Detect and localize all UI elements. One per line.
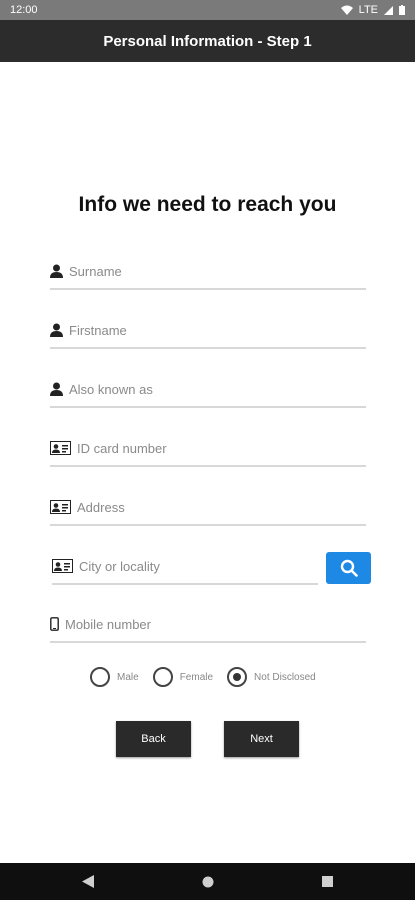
city-field[interactable]: City or locality <box>52 549 318 585</box>
network-label: LTE <box>358 4 378 16</box>
firstname-placeholder: Firstname <box>69 322 127 338</box>
app-bar-title: Personal Information - Step 1 <box>103 32 312 50</box>
person-icon <box>50 264 63 278</box>
status-icons: LTE <box>340 4 405 16</box>
city-search-button[interactable] <box>326 552 371 584</box>
radio-not-disclosed-circle[interactable] <box>227 667 248 687</box>
recents-square-icon <box>322 876 333 887</box>
app-bar: Personal Information - Step 1 <box>0 20 415 62</box>
radio-female-label: Female <box>179 671 214 683</box>
person-icon <box>50 382 63 396</box>
nav-recents-button[interactable] <box>268 876 388 887</box>
back-button[interactable]: Back <box>116 721 191 757</box>
id-card-placeholder: ID card number <box>77 440 167 456</box>
radio-male[interactable]: Male <box>90 667 139 687</box>
page-heading: Info we need to reach you <box>78 193 337 216</box>
radio-selected-dot <box>233 673 242 681</box>
system-nav-bar <box>0 863 415 900</box>
wifi-icon <box>340 5 353 15</box>
status-bar: 12:00 LTE <box>0 0 415 20</box>
status-time: 12:00 <box>10 4 38 16</box>
search-icon <box>340 559 358 577</box>
mobile-placeholder: Mobile number <box>65 616 151 632</box>
mobile-field[interactable]: Mobile number <box>50 607 366 643</box>
id-card-icon <box>52 559 73 573</box>
phone-icon <box>50 617 59 631</box>
nav-home-button[interactable] <box>148 876 268 888</box>
back-triangle-icon <box>81 875 94 888</box>
surname-placeholder: Surname <box>69 263 122 279</box>
next-button-label: Next <box>250 733 273 745</box>
home-circle-icon <box>202 876 213 887</box>
person-icon <box>50 323 63 337</box>
radio-not-disclosed[interactable]: Not Disclosed <box>227 667 316 687</box>
battery-icon <box>399 5 405 15</box>
firstname-field[interactable]: Firstname <box>50 313 366 349</box>
id-card-icon <box>50 500 71 514</box>
gender-radio-group: Male Female Not Disclosed <box>90 666 330 688</box>
alias-field[interactable]: Also known as <box>50 372 366 408</box>
surname-field[interactable]: Surname <box>50 254 366 290</box>
radio-female[interactable]: Female <box>152 667 214 687</box>
radio-male-label: Male <box>117 671 139 683</box>
address-field[interactable]: Address <box>50 490 366 526</box>
id-card-field[interactable]: ID card number <box>50 431 366 467</box>
nav-back-button[interactable] <box>28 875 148 888</box>
next-button[interactable]: Next <box>224 721 299 757</box>
radio-male-circle[interactable] <box>90 667 110 687</box>
radio-female-circle[interactable] <box>152 667 173 687</box>
id-card-icon <box>50 441 71 455</box>
signal-icon <box>384 5 393 15</box>
alias-placeholder: Also known as <box>69 381 153 397</box>
radio-not-disclosed-label: Not Disclosed <box>254 671 316 683</box>
city-placeholder: City or locality <box>79 558 160 574</box>
back-button-label: Back <box>141 733 166 745</box>
address-placeholder: Address <box>77 499 125 515</box>
